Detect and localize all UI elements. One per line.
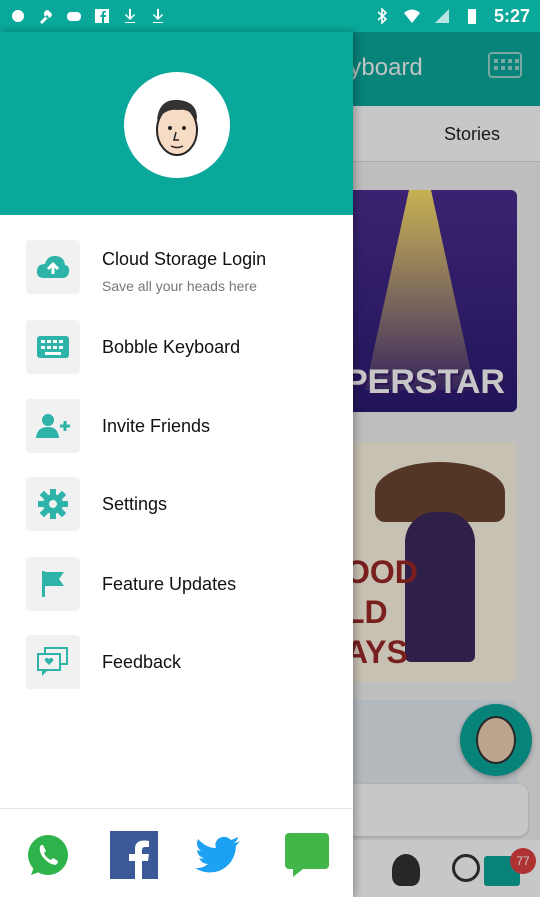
menu-item-label: Invite Friends — [102, 416, 211, 436]
menu-item-invite-friends[interactable]: Invite Friends — [24, 396, 344, 456]
menu-item-feature-updates[interactable]: Feature Updates — [24, 554, 344, 614]
gear-icon — [26, 477, 80, 531]
menu-item-label: Feature Updates — [102, 574, 237, 594]
menu-item-label: Settings — [102, 494, 168, 514]
menu-item-feedback[interactable]: Feedback — [24, 632, 344, 692]
menu-item-label: Cloud Storage Login — [102, 249, 267, 269]
whatsapp-icon[interactable] — [24, 831, 72, 879]
menu-item-cloud-storage[interactable]: Cloud Storage Login Save all your heads … — [24, 237, 344, 297]
wifi-icon — [403, 9, 420, 23]
add-friends-icon — [26, 399, 80, 453]
facebook-icon — [95, 9, 109, 23]
facebook-icon[interactable] — [110, 831, 158, 879]
avatar[interactable] — [124, 72, 230, 178]
twitter-icon[interactable] — [194, 831, 242, 879]
drawer-footer — [0, 808, 353, 897]
cloud-upload-icon — [26, 240, 80, 294]
signal-icon — [434, 9, 449, 23]
navigation-drawer: Cloud Storage Login Save all your heads … — [0, 32, 353, 897]
drawer-header — [0, 32, 353, 215]
menu-item-settings[interactable]: Settings — [24, 474, 344, 534]
message-icon[interactable] — [283, 831, 331, 879]
bluetooth-icon — [377, 8, 388, 24]
flag-icon — [26, 557, 80, 611]
feedback-icon — [26, 635, 80, 689]
game-icon — [67, 12, 81, 21]
download-icon — [125, 9, 135, 23]
menu-item-label: Feedback — [102, 652, 182, 672]
notification-icon — [12, 10, 24, 22]
battery-icon — [467, 9, 476, 24]
status-bar: 5:27 — [0, 0, 540, 32]
wrench-icon — [40, 10, 52, 24]
menu-item-sublabel: Save all your heads here — [102, 278, 257, 294]
menu-item-label: Bobble Keyboard — [102, 337, 241, 357]
avatar-face-icon — [156, 99, 198, 156]
keyboard-icon — [26, 320, 80, 374]
download-icon — [153, 9, 163, 23]
menu-item-bobble-keyboard[interactable]: Bobble Keyboard — [24, 317, 344, 377]
status-time: 5:27 — [493, 5, 530, 26]
